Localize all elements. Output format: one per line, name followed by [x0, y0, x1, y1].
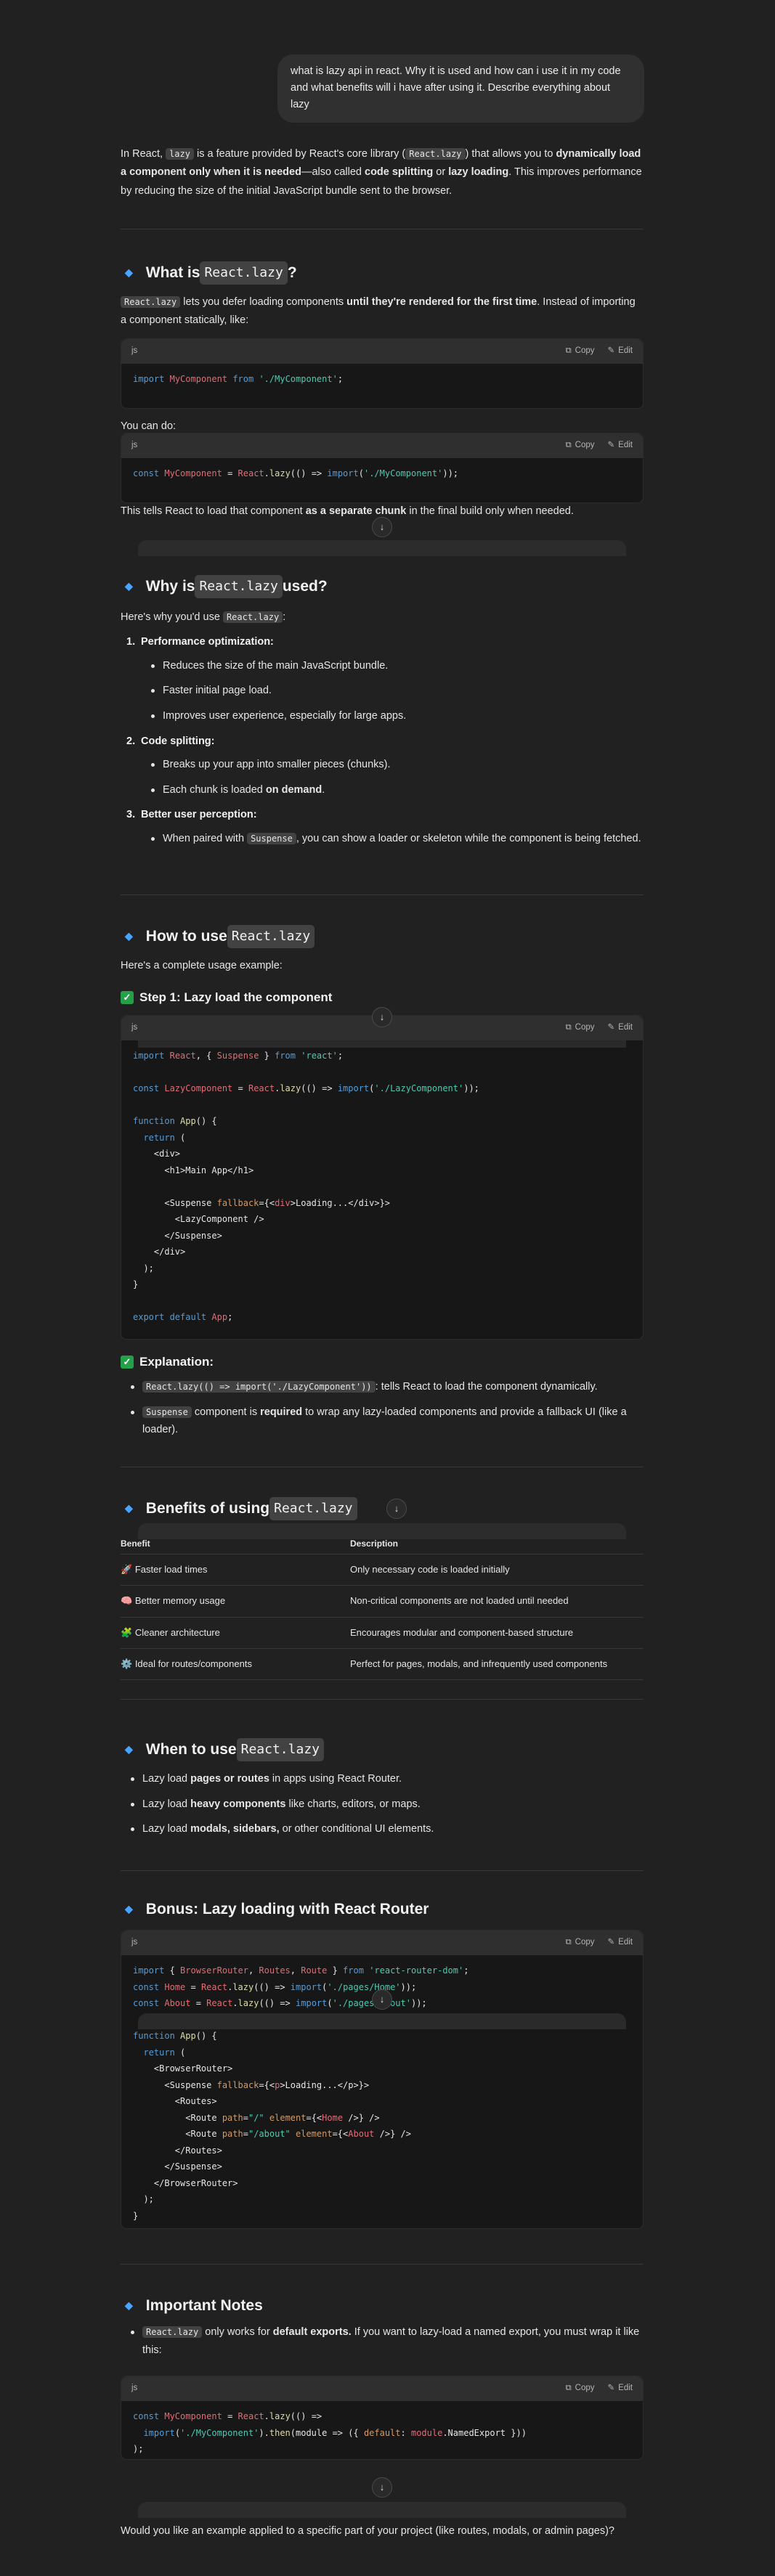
benefits-table: Benefit Description 🚀 Faster load times On…	[121, 1533, 644, 1680]
when-list: Lazy load pages or routes in apps using …	[121, 1770, 644, 1846]
arrow-down-icon: ↓	[394, 1502, 399, 1514]
copy-button[interactable]: ⧉ Copy	[565, 439, 594, 453]
arrow-down-icon: ↓	[379, 1993, 385, 2005]
edit-button[interactable]: ✎ Edit	[608, 439, 633, 453]
code-block: js ⧉ Copy ✎ Edit import React, { Suspense } …	[121, 1015, 644, 1340]
table-row: 🧠 Better memory usage Non-critical compon…	[121, 1585, 644, 1618]
copy-icon: ⧉	[565, 2384, 572, 2393]
intro-paragraph: In React, lazy is a feature provided by …	[121, 148, 642, 197]
arrow-down-icon: ↓	[379, 521, 385, 532]
divider	[121, 2264, 644, 2265]
edit-button[interactable]: ✎ Edit	[608, 2381, 633, 2396]
diamond-icon: ◆	[125, 1743, 133, 1755]
divider	[121, 1870, 644, 1871]
benefit-icon: ⚙️	[121, 1658, 133, 1669]
section-title: ◆ What is React.lazy?	[121, 260, 644, 286]
fade-overlay	[138, 2502, 626, 2518]
copy-icon: ⧉	[565, 441, 572, 450]
copy-button[interactable]: ⧉ Copy	[565, 1936, 594, 1950]
arrow-down-icon: ↓	[379, 1011, 385, 1022]
text: Here's a complete usage example:	[121, 960, 283, 971]
section-what-is: ◆ What is React.lazy?	[121, 260, 644, 286]
user-message: what is lazy api in react. Why it is use…	[277, 54, 644, 123]
scroll-down-button[interactable]: ↓	[372, 1007, 392, 1027]
copy-button[interactable]: ⧉ Copy	[565, 344, 594, 359]
text: Here's why you'd use React.lazy:	[121, 611, 286, 623]
what-is-paragraph: React.lazy lets you defer loading compon…	[121, 296, 636, 327]
benefit-icon: 🧠	[121, 1595, 133, 1607]
code-block: js ⧉ Copy ✎ Edit import { BrowserRouter, Rou…	[121, 1930, 644, 2229]
code-block: js ⧉ Copy ✎ Edit const MyComponent = React.l…	[121, 2376, 644, 2460]
edit-button[interactable]: ✎ Edit	[608, 1936, 633, 1950]
edit-button[interactable]: ✎ Edit	[608, 344, 633, 359]
checkmark-icon: ✓	[121, 991, 134, 1005]
section-notes: ◆ Important Notes	[125, 2297, 263, 2314]
checkmark-icon: ✓	[121, 1356, 134, 1369]
fade-overlay	[138, 540, 626, 556]
table-row: 🚀 Faster load times Only necessary code i…	[121, 1554, 644, 1586]
divider	[121, 1699, 644, 1700]
diamond-icon: ◆	[125, 1902, 133, 1915]
diamond-icon: ◆	[125, 1501, 133, 1514]
explanation-heading: ✓ Explanation:	[121, 1352, 644, 1373]
section-benefits: ◆ Benefits of using React.lazy	[121, 1496, 644, 1522]
table-row: ⚙️ Ideal for routes/components Perfect fo…	[121, 1648, 644, 1680]
why-list: 1. Performance optimization: Reduces the …	[121, 633, 644, 855]
benefit-icon: 🚀	[121, 1564, 133, 1576]
edit-icon: ✎	[607, 2384, 615, 2393]
copy-icon: ⧉	[565, 346, 572, 356]
fade-overlay	[138, 1032, 626, 1048]
benefit-icon: 🧩	[121, 1626, 133, 1638]
edit-icon: ✎	[607, 346, 615, 356]
code-block: js ⧉ Copy ✎ Edit import MyComponent from './…	[121, 338, 644, 409]
table-row: 🧩 Cleaner architecture Encourages modular…	[121, 1617, 644, 1649]
copy-icon: ⧉	[565, 1938, 572, 1947]
arrow-down-icon: ↓	[379, 2481, 385, 2493]
section-how: ◆ How to use React.lazy	[121, 924, 644, 950]
section-router: ◆ Bonus: Lazy loading with React Router	[125, 1901, 429, 1917]
notes-list: React.lazy only works for default export…	[121, 2323, 644, 2366]
section-when: ◆ When to use React.lazy	[121, 1737, 644, 1763]
explanation-list: React.lazy(() => import('./LazyComponent…	[121, 1378, 644, 1446]
diamond-icon: ◆	[125, 266, 133, 278]
scroll-down-button[interactable]: ↓	[386, 1499, 407, 1519]
step-heading: ✓ Step 1: Lazy load the component	[121, 987, 644, 1008]
edit-icon: ✎	[607, 1938, 615, 1947]
closing-text: Would you like an example applied to a s…	[121, 2525, 614, 2537]
diamond-icon: ◆	[125, 929, 133, 942]
scroll-down-button[interactable]: ↓	[372, 517, 392, 537]
diamond-icon: ◆	[125, 579, 133, 592]
divider	[121, 894, 644, 895]
fade-overlay	[138, 2013, 626, 2029]
diamond-icon: ◆	[125, 2299, 133, 2311]
code-block: js ⧉ Copy ✎ Edit const MyComponent = React.l…	[121, 433, 644, 503]
copy-button[interactable]: ⧉ Copy	[565, 2381, 594, 2396]
section-why: ◆ Why is React.lazy used?	[121, 574, 644, 600]
scroll-down-button[interactable]: ↓	[372, 2477, 392, 2498]
edit-icon: ✎	[607, 441, 615, 450]
scroll-down-button[interactable]: ↓	[372, 1989, 392, 2010]
